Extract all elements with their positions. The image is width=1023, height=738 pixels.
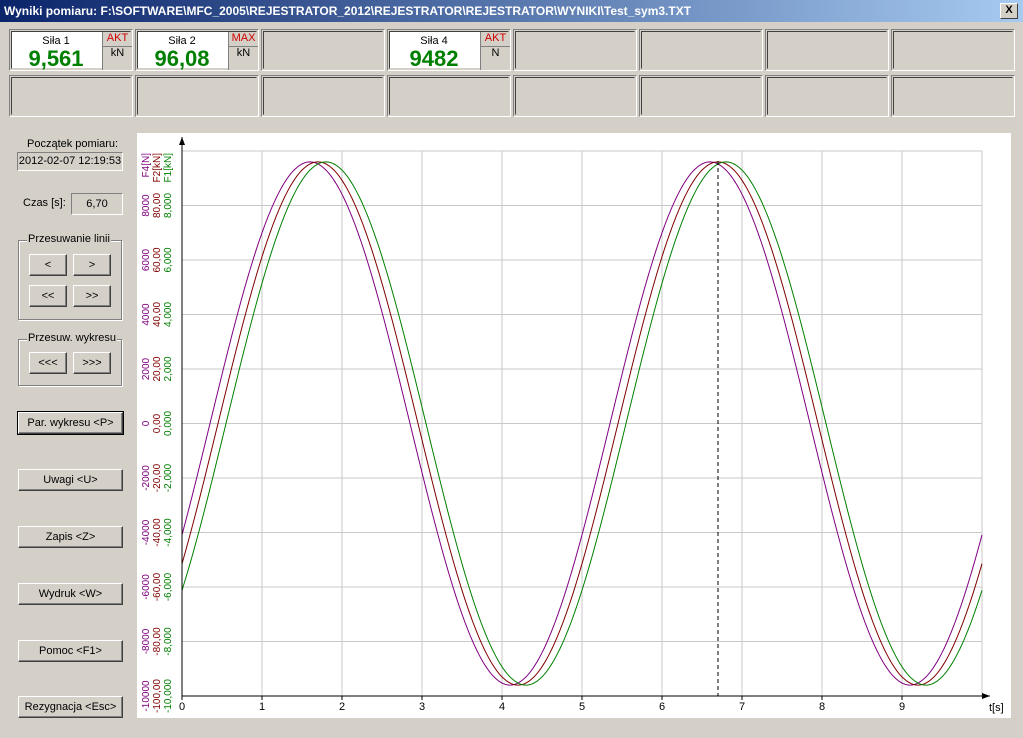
panel-empty (765, 75, 889, 117)
chart-shift-title: Przesuw. wykresu (27, 332, 118, 344)
y-tick-label: -8000 (141, 628, 152, 654)
time-value: 6,70 (71, 193, 123, 215)
y-tick-label: -100,00 (152, 679, 163, 713)
y-tick-label: -6000 (141, 574, 152, 600)
panel-empty (891, 75, 1015, 117)
y-tick-label: 20,00 (152, 356, 163, 381)
panel-mode: AKT (102, 32, 132, 47)
line-right-button[interactable]: > (73, 254, 111, 276)
panel-mode: MAX (228, 32, 258, 47)
x-axis-label: t[s] (989, 702, 1004, 714)
chart-svg[interactable]: -10000 -8000 -6000 -4000 -2000 0 2000 4000 6000 8… (137, 133, 1011, 718)
panel-unit: kN (228, 47, 258, 70)
line-shift-group: Przesuwanie linii (18, 233, 122, 320)
x-tick-label: 4 (499, 701, 505, 713)
x-tick-label: 6 (659, 701, 665, 713)
y-tick-label: -60,00 (152, 572, 163, 601)
help-button[interactable]: Pomoc <F1> (18, 640, 123, 662)
y-tick-label: 8,000 (163, 193, 174, 218)
y-tick-label: -2,000 (163, 463, 174, 492)
time-label: Czas [s]: (23, 197, 66, 209)
window-title: Wyniki pomiaru: F:\SOFTWARE\MFC_2005\REJ… (4, 4, 692, 18)
save-button[interactable]: Zapis <Z> (18, 526, 123, 548)
panel-empty (513, 29, 637, 71)
y-tick-label: 60,00 (152, 247, 163, 272)
start-value: 2012-02-07 12:19:53 (17, 152, 123, 171)
panel-mode: AKT (480, 32, 510, 47)
y-tick-label: -10,000 (163, 679, 174, 713)
x-tick-label: 9 (899, 701, 905, 713)
panel-empty (261, 29, 385, 71)
y-axis-label: F1[kN] (163, 153, 174, 183)
panel-empty (891, 29, 1015, 71)
y-tick-label: -6,000 (163, 572, 174, 601)
x-tick-label: 0 (179, 701, 185, 713)
y-axis-label: F4[N] (141, 153, 152, 178)
title-bar: Wyniki pomiaru: F:\SOFTWARE\MFC_2005\REJ… (0, 0, 1023, 22)
panel-empty (261, 75, 385, 117)
panel-empty (387, 75, 511, 117)
x-tick-label: 5 (579, 701, 585, 713)
y-tick-label: -20,00 (152, 463, 163, 492)
panel-value: 9,561 (28, 46, 84, 71)
y-tick-label: 8000 (141, 194, 152, 217)
panel-unit: kN (102, 47, 132, 70)
panel-value: 96,08 (154, 46, 210, 71)
panel-empty (135, 75, 259, 117)
x-tick-label: 3 (419, 701, 425, 713)
cancel-button[interactable]: Rezygnacja <Esc> (18, 696, 123, 718)
close-button[interactable]: X (1000, 3, 1018, 19)
y-tick-label: 0,000 (163, 411, 174, 436)
y-tick-label: 4000 (141, 303, 152, 326)
x-tick-label: 7 (739, 701, 745, 713)
line-fast-right-button[interactable]: >> (73, 285, 111, 307)
chart-right-button[interactable]: >>> (73, 352, 111, 374)
line-fast-left-button[interactable]: << (29, 285, 67, 307)
chart-params-button[interactable]: Par. wykresu <P> (17, 411, 124, 435)
y-axis-labels: -10000 -8000 -6000 -4000 -2000 0 2000 4000 6000 8… (141, 153, 174, 713)
panel-empty (639, 75, 763, 117)
y-tick-label: 2,000 (163, 356, 174, 381)
panel-sila-2: Siła 2 96,08 MAX kN (135, 29, 259, 71)
x-tick-label: 2 (339, 701, 345, 713)
y-tick-label: 0 (141, 420, 152, 426)
panel-value: 9482 (409, 46, 459, 71)
panel-empty (765, 29, 889, 71)
y-tick-label: 80,00 (152, 193, 163, 218)
line-shift-title: Przesuwanie linii (27, 233, 111, 245)
y-axis-arrow (179, 137, 185, 145)
start-label: Początek pomiaru: (27, 138, 119, 150)
y-tick-label: 6,000 (163, 247, 174, 272)
panel-empty (9, 75, 133, 117)
y-tick-label: 4,000 (163, 302, 174, 327)
y-tick-label: 0,00 (152, 413, 163, 433)
x-axis-ticks: 0 1 2 3 4 5 6 7 8 9 (179, 696, 905, 713)
panel-unit: N (480, 47, 510, 70)
y-tick-label: -10000 (141, 680, 152, 712)
print-button[interactable]: Wydruk <W> (18, 583, 123, 605)
y-axis-label: F2[kN] (152, 153, 163, 183)
x-axis-arrow (982, 693, 990, 699)
y-tick-label: 2000 (141, 357, 152, 380)
y-tick-label: -4,000 (163, 518, 174, 547)
panel-empty (513, 75, 637, 117)
panel-sila-4: Siła 4 9482 AKT N (387, 29, 511, 71)
y-tick-label: -2000 (141, 465, 152, 491)
x-tick-label: 1 (259, 701, 265, 713)
notes-button[interactable]: Uwagi <U> (18, 469, 123, 491)
chart-left-button[interactable]: <<< (29, 352, 67, 374)
y-tick-label: 6000 (141, 248, 152, 271)
panel-empty (639, 29, 763, 71)
line-left-button[interactable]: < (29, 254, 67, 276)
y-tick-label: -40,00 (152, 518, 163, 547)
y-tick-label: -8,000 (163, 627, 174, 656)
y-tick-label: -80,00 (152, 627, 163, 656)
panel-sila-1: Siła 1 9,561 AKT kN (9, 29, 133, 71)
y-tick-label: 40,00 (152, 302, 163, 327)
y-tick-label: -4000 (141, 519, 152, 545)
chart-area[interactable]: -10000 -8000 -6000 -4000 -2000 0 2000 4000 6000 8… (137, 133, 1011, 718)
x-tick-label: 8 (819, 701, 825, 713)
